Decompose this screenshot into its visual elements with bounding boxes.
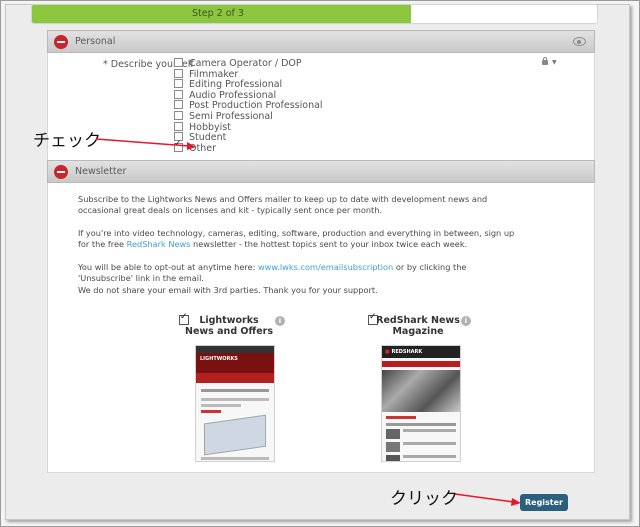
newsletter-section-header[interactable]: Newsletter [47, 160, 595, 183]
redshark-paragraph: If you're into video technology, cameras… [78, 228, 515, 249]
lightworks-newsletter-thumbnail: LIGHTWORKS [195, 345, 275, 462]
describe-option[interactable]: Editing Professional [174, 79, 282, 90]
option-label: Semi Professional [189, 111, 273, 122]
redshark-newsletter-thumbnail: ■ REDSHARK [381, 345, 461, 462]
info-icon[interactable]: i [461, 316, 471, 326]
describe-option[interactable]: Post Production Professional [174, 100, 323, 111]
option-label: Filmmaker [189, 68, 239, 80]
click-annotation: クリック [390, 489, 458, 509]
option-label: Camera Operator / DOP [189, 58, 302, 69]
personal-section-header[interactable]: Personal [47, 30, 595, 53]
newsletter-section-title: Newsletter [75, 166, 127, 177]
collapse-icon[interactable] [54, 35, 68, 49]
option-checkbox[interactable] [174, 68, 183, 78]
describe-option[interactable]: Semi Professional [174, 111, 273, 122]
opt-out-paragraph: You will be able to opt-out at anytime h… [78, 262, 467, 283]
personal-section-title: Personal [75, 36, 116, 47]
check-annotation: チェック [33, 131, 101, 151]
describe-option[interactable]: Camera Operator / DOP [174, 58, 302, 69]
option-checkbox[interactable] [174, 121, 183, 131]
newsletter-intro: Subscribe to the Lightworks News and Off… [78, 194, 488, 215]
option-checkbox[interactable] [174, 100, 183, 110]
option-checkbox[interactable] [174, 89, 183, 99]
click-arrow [454, 493, 521, 506]
redshark-link[interactable]: RedShark News [127, 239, 191, 249]
progress-label: Step 2 of 3 [192, 8, 244, 19]
option-label: Audio Professional [189, 89, 277, 101]
newsletter-panel [47, 183, 595, 473]
option-checkbox[interactable] [174, 58, 183, 67]
lock-icon[interactable] [542, 57, 548, 65]
chevron-down-icon[interactable]: ▼ [552, 59, 557, 66]
describe-option[interactable]: Filmmaker [174, 68, 239, 80]
option-label: Hobbyist [189, 121, 231, 133]
option-checkbox[interactable] [174, 79, 183, 89]
subscription-link[interactable]: www.lwks.com/emailsubscription [258, 262, 393, 272]
describe-option[interactable]: Hobbyist [174, 121, 231, 133]
step-progress-bar: Step 2 of 3 [31, 4, 598, 24]
describe-option[interactable]: Audio Professional [174, 89, 277, 101]
register-button[interactable]: Register [520, 494, 568, 511]
check-arrow [95, 138, 196, 150]
option-label: Post Production Professional [189, 100, 323, 112]
privacy-note: We do not share your email with 3rd part… [78, 285, 378, 295]
redshark-news-title: RedShark News Magazine [376, 315, 460, 337]
eye-icon[interactable] [573, 37, 586, 46]
info-icon[interactable]: i [275, 316, 285, 326]
option-checkbox[interactable] [174, 111, 183, 120]
lightworks-news-title: Lightworks News and Offers [185, 315, 273, 337]
option-label: Editing Professional [189, 79, 283, 91]
collapse-icon[interactable] [54, 165, 68, 179]
